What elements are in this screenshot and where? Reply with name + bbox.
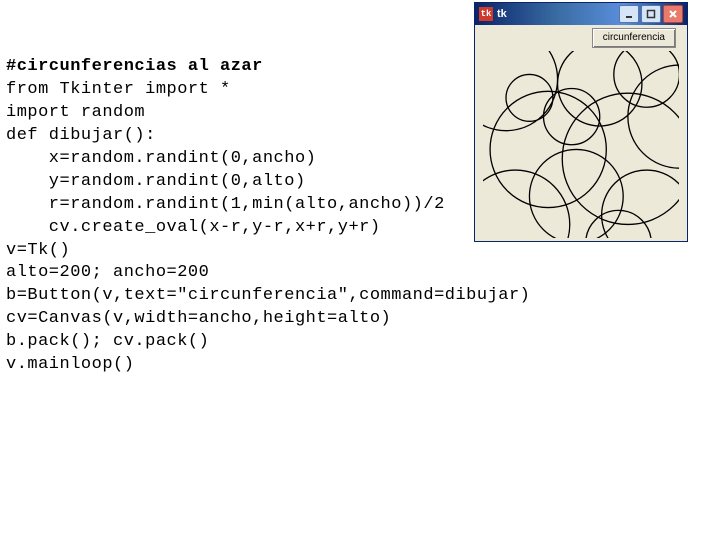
maximize-button[interactable] bbox=[641, 5, 661, 23]
slide-page: #circunferencias al azar from Tkinter im… bbox=[0, 0, 720, 540]
code-title: #circunferencias al azar bbox=[6, 57, 263, 76]
code-line: cv.create_oval(x-r,y-r,x+r,y+r) bbox=[6, 218, 381, 237]
code-line: from Tkinter import * bbox=[6, 80, 231, 99]
code-line: def dibujar(): bbox=[6, 126, 156, 145]
code-line: cv=Canvas(v,width=ancho,height=alto) bbox=[6, 309, 391, 328]
close-icon bbox=[668, 9, 678, 19]
minimize-icon bbox=[624, 9, 634, 19]
window-title: tk bbox=[497, 7, 619, 22]
code-line: v=Tk() bbox=[6, 241, 70, 260]
circles-drawing bbox=[483, 51, 679, 239]
close-button[interactable] bbox=[663, 5, 683, 23]
maximize-icon bbox=[646, 9, 656, 19]
code-line: y=random.randint(0,alto) bbox=[6, 172, 306, 191]
code-line: x=random.randint(0,ancho) bbox=[6, 149, 316, 168]
tk-client-area: circunferencia bbox=[475, 25, 687, 241]
code-line: import random bbox=[6, 103, 145, 122]
code-line: r=random.randint(1,min(alto,ancho))/2 bbox=[6, 195, 445, 214]
circunferencia-button[interactable]: circunferencia bbox=[592, 28, 676, 48]
code-block: #circunferencias al azar from Tkinter im… bbox=[6, 56, 530, 377]
tk-canvas bbox=[483, 51, 679, 239]
code-line: v.mainloop() bbox=[6, 355, 134, 374]
code-line: b.pack(); cv.pack() bbox=[6, 332, 209, 351]
minimize-button[interactable] bbox=[619, 5, 639, 23]
window-control-buttons bbox=[619, 5, 683, 23]
code-line: b=Button(v,text="circunferencia",command… bbox=[6, 286, 530, 305]
tk-window: tk tk circunferencia bbox=[474, 2, 688, 242]
code-line: alto=200; ancho=200 bbox=[6, 263, 209, 282]
window-titlebar: tk tk bbox=[475, 3, 687, 25]
tk-icon: tk bbox=[479, 7, 493, 21]
